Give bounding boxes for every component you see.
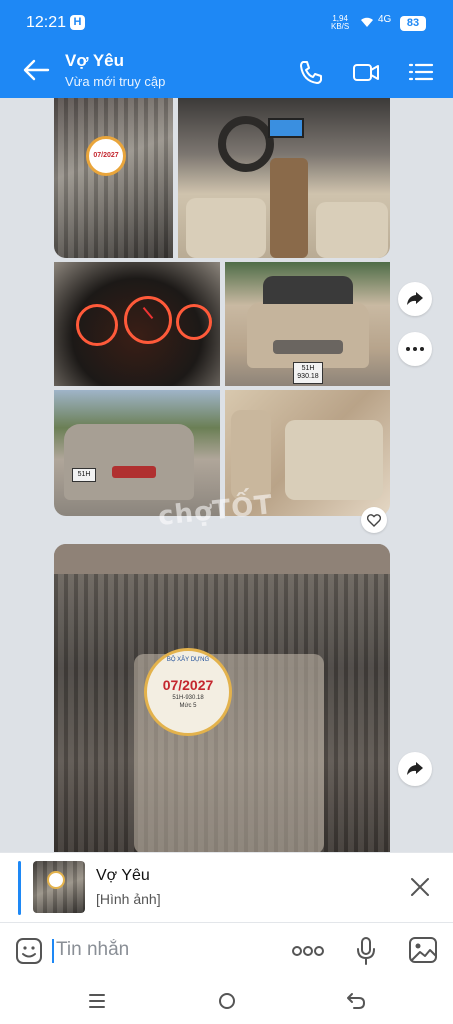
rear-plate: 51H [72,468,96,482]
home-nav-icon[interactable] [216,990,238,1012]
message-input[interactable] [56,935,276,965]
image-icon[interactable] [408,936,438,964]
menu-nav-icon[interactable] [86,990,108,1012]
status-time: 12:21 [26,14,67,31]
system-nav-bar [0,978,453,1024]
reply-preview: Vợ Yêu [Hình ảnh] [0,852,453,922]
heart-icon [367,513,381,527]
photo-windshield-sticker[interactable]: 07/2027 [54,98,173,258]
share-icon [407,762,423,775]
close-icon[interactable] [408,875,432,899]
back-nav-icon[interactable] [345,990,367,1012]
reply-message-type: [Hình ảnh] [96,891,161,907]
message-list[interactable]: 07/2027 51H 930.18 51H chợTỐT BỘ XÂY DỰN… [0,98,453,852]
react-button[interactable] [361,507,387,533]
more-icon [406,347,424,351]
more-options-button[interactable] [398,332,432,366]
reply-sender-name: Vợ Yêu [96,867,150,884]
phone-icon[interactable] [297,58,325,86]
photo-car-front[interactable]: 51H 930.18 [225,262,390,386]
battery-indicator: 83 [400,16,426,31]
emoji-icon[interactable] [15,937,43,965]
photo-instrument-cluster[interactable] [54,262,220,386]
net-speed: 1,94 KB/S [331,14,350,31]
inspection-sticker: 07/2027 [86,136,126,176]
list-icon[interactable] [407,58,435,86]
chat-header: Vợ Yêu Vừa mới truy cập [0,46,453,98]
signal-indicator: 4G [378,14,392,25]
contact-name[interactable]: Vợ Yêu [65,51,124,71]
share-icon [407,292,423,305]
status-bar: 12:21 H 1,94 KB/S 4G 83 [0,0,453,46]
more-dots-icon[interactable] [292,939,324,963]
last-seen-status: Vừa mới truy cập [65,74,166,89]
reply-accent-bar [18,861,21,915]
mic-icon[interactable] [355,936,377,966]
back-icon[interactable] [22,58,50,82]
share-button-2[interactable] [398,752,432,786]
text-caret [52,939,54,963]
message-composer [0,922,453,978]
photo-inspection-sticker-closeup[interactable]: BỘ XÂY DỰNG 07/2027 51H-930.18 Mức 5 [54,544,390,852]
share-button[interactable] [398,282,432,316]
app-notification-badge: H [70,15,85,30]
inspection-sticker-large: BỘ XÂY DỰNG 07/2027 51H-930.18 Mức 5 [144,648,232,736]
wifi-icon [361,17,373,27]
photo-dashboard[interactable] [178,98,390,258]
front-plate: 51H 930.18 [293,362,323,384]
video-call-icon[interactable] [352,58,380,86]
reply-thumbnail [33,861,85,913]
